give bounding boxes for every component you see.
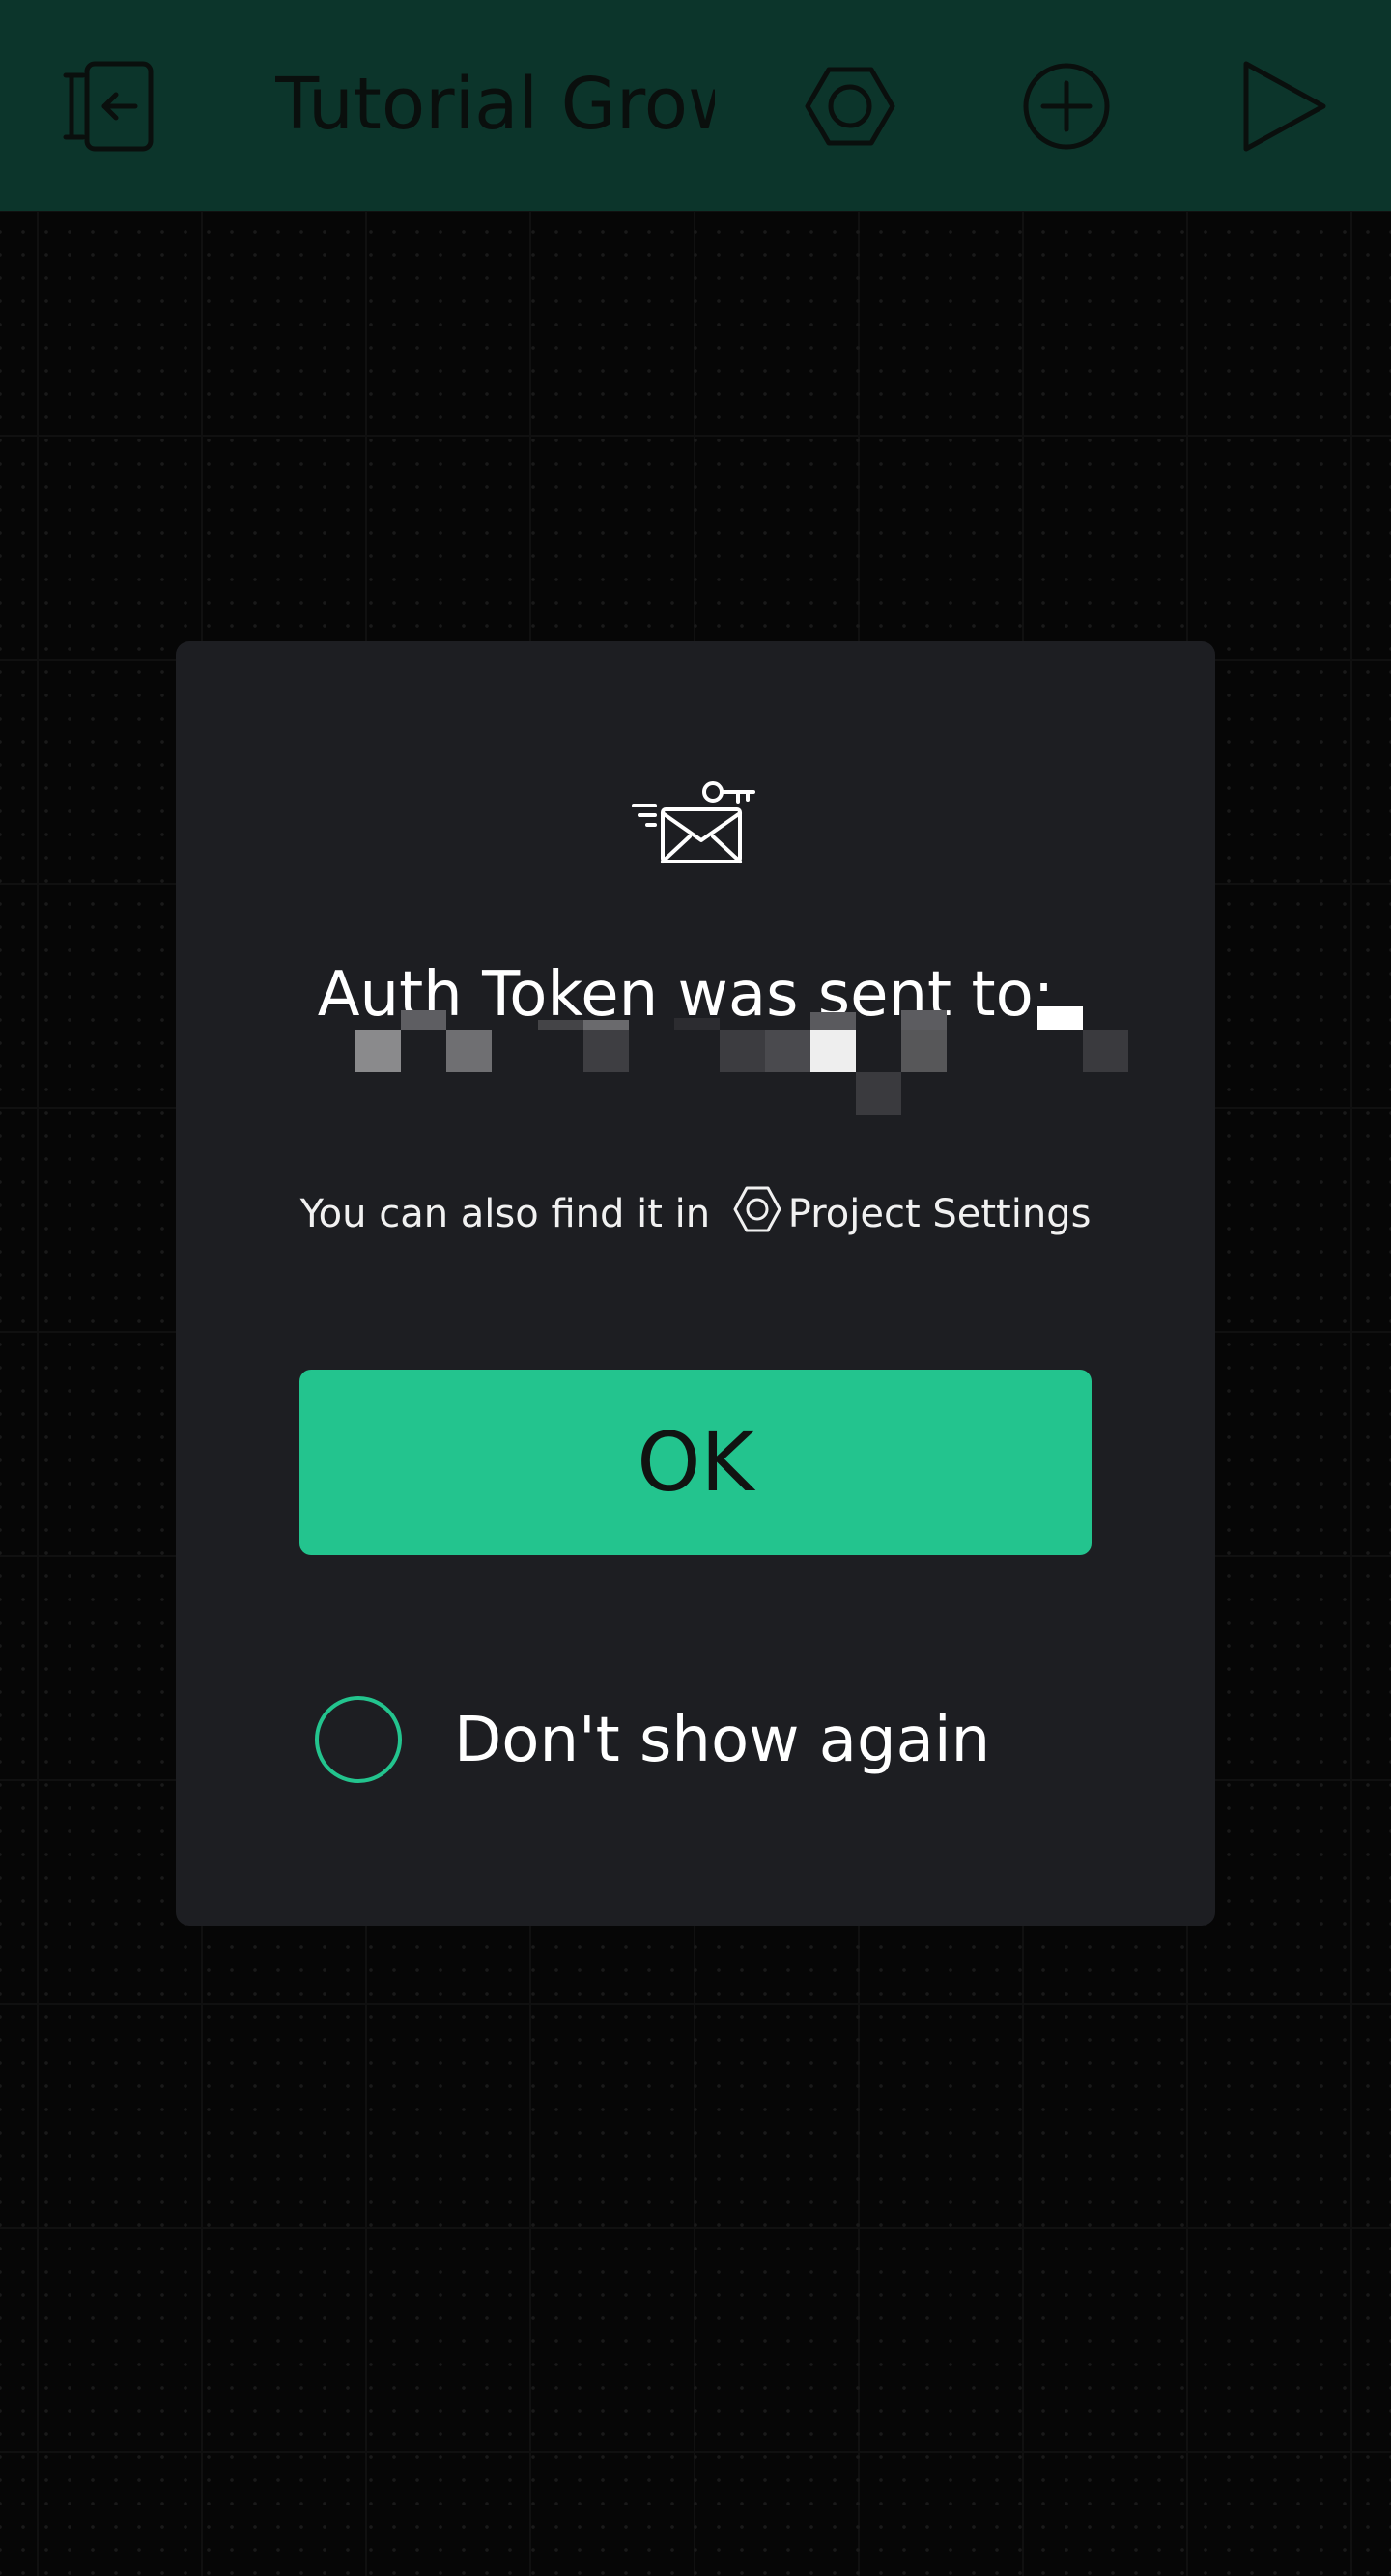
auth-token-dialog: Auth Token was sent to: You can also fin… [176, 641, 1215, 1926]
hint-text: You can also find it in [299, 1192, 711, 1236]
dont-show-again-label[interactable]: Don't show again [454, 1694, 990, 1787]
hexagon-settings-icon[interactable] [792, 48, 908, 164]
project-settings-link[interactable]: Project Settings [788, 1192, 1092, 1236]
app-bar: Tutorial Growt [0, 0, 1391, 211]
mail-key-icon [630, 777, 761, 873]
auth-token-message: Auth Token was sent to: [317, 959, 1055, 1031]
ok-button[interactable]: OK [299, 1370, 1092, 1555]
project-title[interactable]: Tutorial Growt [275, 56, 715, 153]
dont-show-again-option[interactable]: Don't show again [313, 1694, 990, 1791]
plus-circle-icon[interactable] [1008, 48, 1124, 164]
redaction-pixel [856, 1072, 901, 1115]
hexagon-settings-icon [730, 1182, 784, 1236]
project-settings-hint: You can also find it in Project Settings [176, 1182, 1215, 1243]
radio-circle-icon[interactable] [315, 1696, 402, 1783]
exit-back-icon[interactable] [50, 48, 166, 164]
play-icon[interactable] [1225, 48, 1341, 164]
